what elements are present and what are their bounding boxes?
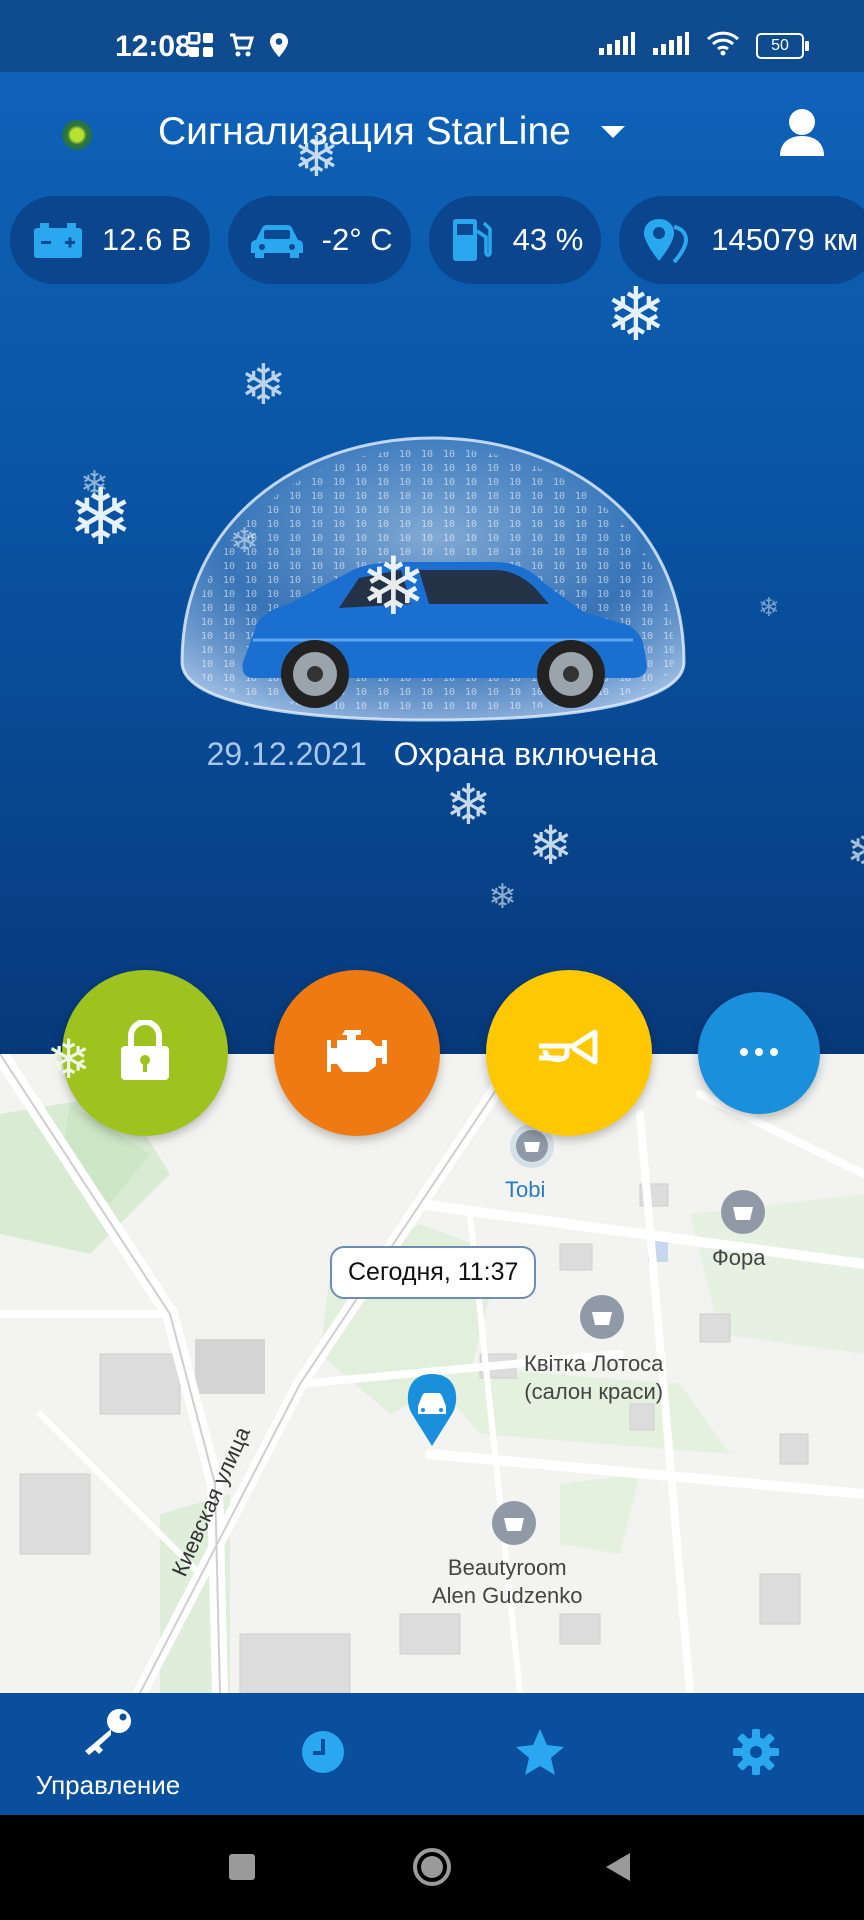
nav-control[interactable]: Управление [8,1693,208,1815]
chevron-down-icon [600,126,625,138]
shop-icon [580,1295,624,1339]
status-date: 29.12.2021 [206,736,367,772]
metric-value: -2° C [321,222,393,257]
status-time: 12:08 [115,30,192,63]
page-title: Сигнализация StarLine [158,110,571,153]
horn-icon [535,1028,603,1079]
status-text: Охрана включена [393,736,658,772]
metric-mileage[interactable]: 145079 км [619,196,864,284]
snowflake-icon: ❄ [46,1030,92,1090]
map-view[interactable]: Киевская улица Tobi Фора Квітка Лотоса (… [0,1054,864,1693]
history-icon [300,1729,346,1780]
engine-start-button[interactable] [274,970,440,1136]
shop-icon [721,1190,765,1234]
car-security-dome: 10 ❄ ❄ [178,432,688,722]
svg-text:❄: ❄ [360,540,427,633]
wifi-icon [706,30,740,61]
bottom-navigation: Управление [0,1693,864,1815]
poi-label-tobi[interactable]: Tobi [505,1176,545,1204]
status-bar: 12:08 50 [0,0,864,72]
connection-status-dot [62,120,92,150]
car-icon [250,222,304,258]
settings-icon [732,1728,780,1781]
snowflake-icon: ❄ [488,878,517,916]
battery-icon: 50 [756,32,809,59]
action-buttons: ❄ [0,970,864,1140]
metric-temperature[interactable]: -2° C [227,196,411,284]
snowflake-icon: ❄ [293,125,340,188]
svg-text:❄: ❄ [230,521,259,561]
poi-label-beautyroom[interactable]: Beautyroom Alen Gudzenko [432,1554,582,1610]
poi-label-kvitka[interactable]: Квітка Лотоса (салон краси) [524,1350,663,1406]
metric-value: 145079 км [711,222,859,257]
snowflake-icon: ❄ [528,816,574,876]
star-icon [514,1727,566,1782]
shop-icon [492,1501,536,1545]
battery-icon [32,220,84,260]
horn-button[interactable] [486,970,652,1136]
nav-label: Управление [35,1770,181,1800]
metric-battery[interactable]: 12.6 В [10,196,210,284]
snowflake-icon: ❄ [605,273,668,356]
metrics-row: 12.6 В -2° C 43 % 145079 км [10,196,864,284]
back-icon[interactable] [604,1851,632,1888]
snowflake-icon: ❄ [758,592,780,622]
nav-favorites[interactable] [440,1693,640,1815]
snowflake-icon: ❄ [240,353,287,416]
snowflake-icon: ❄ [846,822,864,880]
signal-icon [598,31,636,60]
nav-history[interactable] [223,1693,423,1815]
poi-label-fora[interactable]: Фора [712,1244,765,1272]
metric-fuel[interactable]: 43 % [428,196,602,284]
more-icon [739,1044,779,1062]
system-navigation-bar [0,1815,864,1920]
metric-value: 12.6 В [102,222,192,257]
location-timestamp-bubble: Сегодня, 11:37 [330,1246,537,1299]
security-status: 29.12.2021 Охрана включена [0,736,864,773]
device-selector[interactable]: Сигнализация StarLine [158,110,625,154]
home-icon[interactable] [412,1847,452,1892]
lock-button[interactable]: ❄ [46,970,228,1136]
fuel-icon [451,217,495,263]
snowflake-icon: ❄ [445,773,492,836]
signal-icon [652,31,690,60]
location-icon [268,32,290,63]
metric-value: 43 % [512,222,584,257]
recent-apps-icon[interactable] [228,1853,256,1886]
snowflake-icon: ❄ [80,465,109,503]
hero-panel: Сигнализация StarLine 12.6 В -2° C 43 % [0,72,864,1054]
nav-settings[interactable] [656,1693,856,1815]
lock-icon [119,1018,171,1087]
grid-icon [187,31,214,63]
cart-icon [228,32,255,63]
key-icon [81,1707,135,1762]
more-button[interactable] [698,992,820,1114]
mileage-icon [641,217,693,263]
engine-icon [325,1028,389,1079]
profile-icon[interactable] [778,106,826,158]
